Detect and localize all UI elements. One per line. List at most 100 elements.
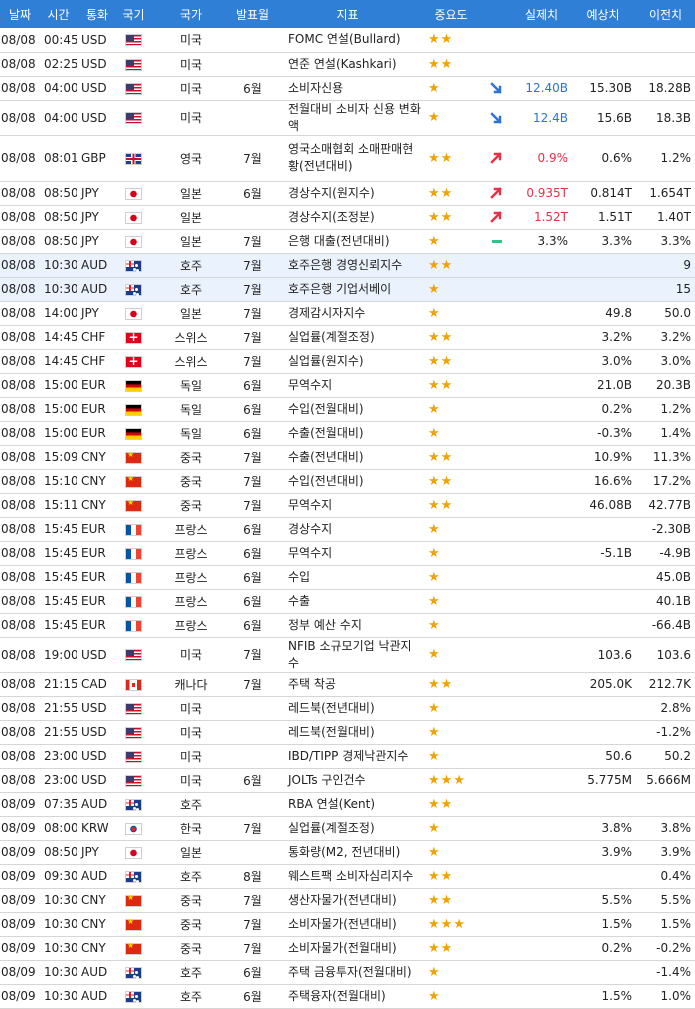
indicator-name[interactable]: 실업률(계절조정) [273, 325, 422, 349]
table-row[interactable]: 08/08 14:45 CHF 스위스 7월 실업률(계절조정) ★★ 3.2% 3.2% [0, 325, 695, 349]
indicator-name[interactable]: 주택융자(전월대비) [273, 984, 422, 1008]
table-row[interactable]: 08/08 15:45 EUR 프랑스 6월 무역수지 ★ -5.1B -4.9B [0, 541, 695, 565]
indicator-name[interactable]: 무역수지 [273, 373, 422, 397]
table-row[interactable]: 08/09 10:30 CNY 중국 7월 소비자물가(전월대비) ★★ 0.2% -0.2% [0, 936, 695, 960]
indicator-name[interactable]: 호주은행 경영신뢰지수 [273, 253, 422, 277]
indicator-name[interactable]: 수입(전년대비) [273, 469, 422, 493]
indicator-name[interactable]: 수출(전년대비) [273, 445, 422, 469]
indicator-name[interactable]: IBD/TIPP 경제낙관지수 [273, 744, 422, 768]
indicator-column-header[interactable]: 지표 [273, 0, 422, 28]
previous-value [636, 52, 695, 76]
indicator-name[interactable]: 수입 [273, 565, 422, 589]
importance-stars: ★★ [428, 940, 454, 956]
table-row[interactable]: 08/09 10:30 CNY 중국 7월 생산자물가(전년대비) ★★ 5.5% 5.5% [0, 888, 695, 912]
time-column-header[interactable]: 시간 [40, 0, 77, 28]
trend-arrow-cell [480, 469, 513, 493]
table-row[interactable]: 08/08 14:00 JPY 일본 7월 경제감시자지수 ★ 49.8 50.0 [0, 301, 695, 325]
table-row[interactable]: 08/08 02:25 USD 미국 연준 연설(Kashkari) ★★ [0, 52, 695, 76]
indicator-name[interactable]: RBA 연설(Kent) [273, 792, 422, 816]
table-row[interactable]: 08/08 08:50 JPY 일본 6월 경상수지(원지수) ★★ 0.935T 0.814T… [0, 181, 695, 205]
indicator-name[interactable]: 연준 연설(Kashkari) [273, 52, 422, 76]
date-column-header[interactable]: 날짜 [0, 0, 40, 28]
indicator-name[interactable]: 소비자신용 [273, 76, 422, 100]
table-row[interactable]: 08/08 21:15 CAD 캐나다 7월 주택 착공 ★★ 205.0K 212.7K [0, 672, 695, 696]
indicator-name[interactable]: FOMC 연설(Bullard) [273, 28, 422, 52]
indicator-name[interactable]: 레드북(전월대비) [273, 720, 422, 744]
date-cell: 08/08 [1, 546, 36, 560]
indicator-name[interactable]: 실업률(계절조정) [273, 816, 422, 840]
indicator-name[interactable]: 경제감시자지수 [273, 301, 422, 325]
indicator-name[interactable]: 실업률(원지수) [273, 349, 422, 373]
table-row[interactable]: 08/08 15:00 EUR 독일 6월 수출(전월대비) ★ -0.3% 1.4% [0, 421, 695, 445]
table-row[interactable]: 08/08 23:00 USD 미국 IBD/TIPP 경제낙관지수 ★ 50.6 50.2 [0, 744, 695, 768]
indicator-name[interactable]: 수입(전월대비) [273, 397, 422, 421]
table-row[interactable]: 08/08 08:01 GBP 영국 7월 영국소매협회 소매판매현황(전년대비) ★★ 0.… [0, 135, 695, 181]
flag-column-header[interactable]: 국기 [117, 0, 150, 28]
table-row[interactable]: 08/09 09:30 AUD 호주 8월 웨스트팩 소비자심리지수 ★★ 0.4% [0, 864, 695, 888]
table-row[interactable]: 08/08 04:00 USD 미국 전월대비 소비자 신용 변화액 ★ 12.4B 15.6… [0, 100, 695, 135]
period-column-header[interactable]: 발표월 [232, 0, 273, 28]
ca-flag-icon [125, 678, 142, 691]
table-row[interactable]: 08/08 15:11 CNY 중국 7월 무역수지 ★★ 46.08B 42.77B [0, 493, 695, 517]
table-row[interactable]: 08/08 15:09 CNY 중국 7월 수출(전년대비) ★★ 10.9% 11.3% [0, 445, 695, 469]
indicator-name[interactable]: 소비자물가(전년대비) [273, 912, 422, 936]
indicator-name[interactable]: 수출 [273, 589, 422, 613]
table-row[interactable]: 08/08 21:55 USD 미국 레드북(전년대비) ★ 2.8% [0, 696, 695, 720]
indicator-name[interactable]: 경상수지(원지수) [273, 181, 422, 205]
indicator-name[interactable]: 무역수지 [273, 493, 422, 517]
country-cell: 캐나다 [174, 677, 208, 692]
previous-column-header[interactable]: 이전치 [636, 0, 695, 28]
table-row[interactable]: 08/08 15:45 EUR 프랑스 6월 수출 ★ 40.1B [0, 589, 695, 613]
flag-cell [117, 888, 150, 912]
table-row[interactable]: 08/09 07:35 AUD 호주 RBA 연설(Kent) ★★ [0, 792, 695, 816]
table-row[interactable]: 08/08 04:00 USD 미국 6월 소비자신용 ★ 12.40B 15.30B 18.28… [0, 76, 695, 100]
indicator-name[interactable]: 생산자물가(전년대비) [273, 888, 422, 912]
indicator-name[interactable]: 경상수지 [273, 517, 422, 541]
indicator-name[interactable]: 경상수지(조정분) [273, 205, 422, 229]
table-row[interactable]: 08/08 15:45 EUR 프랑스 6월 정부 예산 수지 ★ -66.4B [0, 613, 695, 637]
indicator-name[interactable]: 소비자물가(전월대비) [273, 936, 422, 960]
forecast-column-header[interactable]: 예상치 [570, 0, 636, 28]
table-row[interactable]: 08/08 15:45 EUR 프랑스 6월 경상수지 ★ -2.30B [0, 517, 695, 541]
indicator-name[interactable]: 통화량(M2, 전년대비) [273, 840, 422, 864]
table-row[interactable]: 08/08 21:55 USD 미국 레드북(전월대비) ★ -1.2% [0, 720, 695, 744]
indicator-name[interactable]: 정부 예산 수지 [273, 613, 422, 637]
period-cell: 7월 [243, 941, 262, 956]
currency-column-header[interactable]: 통화 [77, 0, 117, 28]
indicator-name[interactable]: 호주은행 기업서베이 [273, 277, 422, 301]
table-row[interactable]: 08/08 10:30 AUD 호주 7월 호주은행 기업서베이 ★ 15 [0, 277, 695, 301]
indicator-name[interactable]: 무역수지 [273, 541, 422, 565]
table-row[interactable]: 08/09 10:30 CNY 중국 7월 소비자물가(전년대비) ★★★ 1.5% 1.5% [0, 912, 695, 936]
currency-cell: USD [81, 647, 107, 662]
time-cell: 23:00 [44, 773, 77, 787]
indicator-name[interactable]: JOLTs 구인건수 [273, 768, 422, 792]
indicator-name[interactable]: 은행 대출(전년대비) [273, 229, 422, 253]
importance-stars: ★★ [428, 329, 454, 345]
importance-column-header[interactable]: 중요도 [422, 0, 480, 28]
table-row[interactable]: 08/08 14:45 CHF 스위스 7월 실업률(원지수) ★★ 3.0% 3.0% [0, 349, 695, 373]
indicator-name[interactable]: NFIB 소규모기업 낙관지수 [273, 637, 422, 672]
table-row[interactable]: 08/08 08:50 JPY 일본 경상수지(조정분) ★★ 1.52T 1.51T 1.40… [0, 205, 695, 229]
indicator-name[interactable]: 레드북(전년대비) [273, 696, 422, 720]
table-row[interactable]: 08/08 15:45 EUR 프랑스 6월 수입 ★ 45.0B [0, 565, 695, 589]
table-row[interactable]: 08/08 15:00 EUR 독일 6월 무역수지 ★★ 21.0B 20.3B [0, 373, 695, 397]
table-row[interactable]: 08/08 08:50 JPY 일본 7월 은행 대출(전년대비) ★ 3.3% 3.3% 3.3… [0, 229, 695, 253]
indicator-name[interactable]: 전월대비 소비자 신용 변화액 [273, 100, 422, 135]
indicator-name[interactable]: 영국소매협회 소매판매현황(전년대비) [273, 135, 422, 181]
indicator-name[interactable]: 웨스트팩 소비자심리지수 [273, 864, 422, 888]
table-row[interactable]: 08/08 19:00 USD 미국 7월 NFIB 소규모기업 낙관지수 ★ 103.6 10… [0, 637, 695, 672]
actual-column-header[interactable]: 실제치 [513, 0, 570, 28]
table-row[interactable]: 08/08 15:00 EUR 독일 6월 수입(전월대비) ★ 0.2% 1.2% [0, 397, 695, 421]
table-row[interactable]: 08/08 00:45 USD 미국 FOMC 연설(Bullard) ★★ [0, 28, 695, 52]
indicator-name[interactable]: 주택 금융투자(전월대비) [273, 960, 422, 984]
table-row[interactable]: 08/08 15:10 CNY 중국 7월 수입(전년대비) ★★ 16.6% 17.2% [0, 469, 695, 493]
table-row[interactable]: 08/09 10:30 AUD 호주 6월 주택융자(전월대비) ★ 1.5% 1.0% [0, 984, 695, 1008]
table-row[interactable]: 08/09 08:50 JPY 일본 통화량(M2, 전년대비) ★ 3.9% 3.9% [0, 840, 695, 864]
table-row[interactable]: 08/08 10:30 AUD 호주 7월 호주은행 경영신뢰지수 ★★ 9 [0, 253, 695, 277]
table-row[interactable]: 08/08 23:00 USD 미국 6월 JOLTs 구인건수 ★★★ 5.775M 5.66… [0, 768, 695, 792]
table-row[interactable]: 08/09 10:30 AUD 호주 6월 주택 금융투자(전월대비) ★ -1.4% [0, 960, 695, 984]
indicator-name[interactable]: 수출(전월대비) [273, 421, 422, 445]
table-row[interactable]: 08/09 08:00 KRW 한국 7월 실업률(계절조정) ★ 3.8% 3.8% [0, 816, 695, 840]
indicator-name[interactable]: 주택 착공 [273, 672, 422, 696]
country-column-header[interactable]: 국가 [150, 0, 232, 28]
